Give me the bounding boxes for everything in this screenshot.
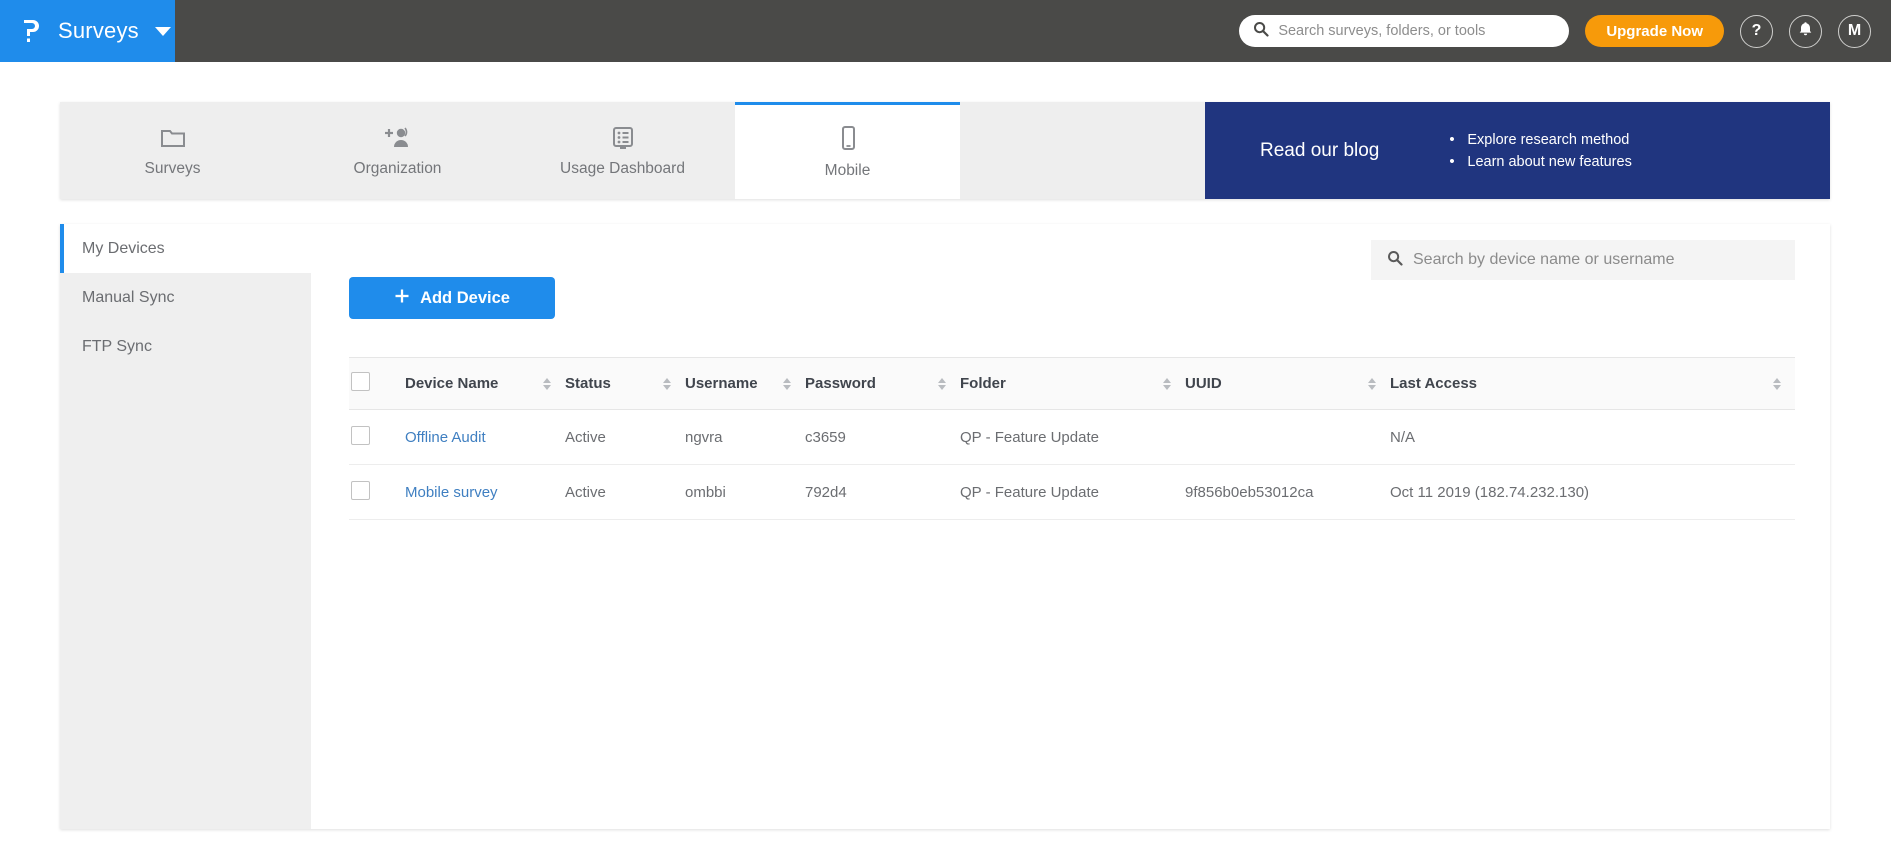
row-checkbox[interactable] [351, 481, 370, 500]
row-checkbox[interactable] [351, 426, 370, 445]
main-panel: My Devices Manual Sync FTP Sync Add Devi… [60, 224, 1830, 829]
sort-icon[interactable] [543, 378, 551, 390]
promo-bullet[interactable]: Learn about new features [1449, 154, 1631, 170]
plus-icon [394, 288, 410, 309]
tab-mobile[interactable]: Mobile [735, 102, 960, 199]
bell-icon [1798, 21, 1813, 42]
column-label: UUID [1185, 375, 1222, 392]
column-password[interactable]: Password [805, 358, 960, 410]
add-device-button[interactable]: Add Device [349, 277, 555, 319]
section-tab-strip: Surveys Organization [60, 102, 1830, 199]
help-button[interactable]: ? [1740, 15, 1773, 48]
sort-icon[interactable] [1368, 378, 1376, 390]
cell-uuid: 9f856b0eb53012ca [1185, 465, 1390, 520]
cell-password: 792d4 [805, 465, 960, 520]
tab-label: Organization [354, 160, 442, 178]
table-body: Offline Audit Active ngvra c3659 QP - Fe… [349, 410, 1795, 520]
column-uuid[interactable]: UUID [1185, 358, 1390, 410]
tab-list: Surveys Organization [60, 102, 1205, 199]
table-row[interactable]: Offline Audit Active ngvra c3659 QP - Fe… [349, 410, 1795, 465]
tab-label: Usage Dashboard [560, 160, 685, 178]
add-device-label: Add Device [420, 289, 510, 308]
select-all-checkbox[interactable] [351, 372, 370, 391]
sidebar-item-label: My Devices [82, 240, 165, 258]
promo-banner[interactable]: Read our blog Explore research method Le… [1205, 102, 1830, 199]
row-select-cell [349, 410, 405, 465]
sort-icon[interactable] [783, 378, 791, 390]
table-header: Device Name Status Username [349, 358, 1795, 410]
topbar-actions: Upgrade Now ? M [1239, 15, 1891, 48]
column-label: Last Access [1390, 375, 1477, 392]
dashboard-list-icon [610, 123, 636, 151]
sort-icon[interactable] [663, 378, 671, 390]
device-search-input[interactable] [1413, 251, 1779, 269]
table-row[interactable]: Mobile survey Active ombbi 792d4 QP - Fe… [349, 465, 1795, 520]
sidebar-item-manual-sync[interactable]: Manual Sync [60, 273, 311, 322]
cell-uuid [1185, 410, 1390, 465]
question-mark-logo-icon [18, 16, 44, 46]
cell-folder: QP - Feature Update [960, 410, 1185, 465]
upgrade-now-button[interactable]: Upgrade Now [1585, 15, 1724, 47]
promo-bullet-list: Explore research method Learn about new … [1449, 126, 1631, 176]
sidebar-item-ftp-sync[interactable]: FTP Sync [60, 322, 311, 371]
cell-last-access: Oct 11 2019 (182.74.232.130) [1390, 465, 1795, 520]
cell-device-name[interactable]: Mobile survey [405, 465, 565, 520]
search-input[interactable] [1278, 23, 1555, 39]
column-last-access[interactable]: Last Access [1390, 358, 1795, 410]
side-navigation: My Devices Manual Sync FTP Sync [60, 224, 311, 829]
table-header-row: Device Name Status Username [349, 358, 1795, 410]
mobile-phone-icon [838, 125, 858, 153]
sidebar-item-my-devices[interactable]: My Devices [60, 224, 311, 273]
row-select-cell [349, 465, 405, 520]
promo-bullet[interactable]: Explore research method [1449, 132, 1631, 148]
cell-folder: QP - Feature Update [960, 465, 1185, 520]
search-icon [1253, 21, 1269, 42]
top-navigation-bar: Surveys Upgrade Now ? [0, 0, 1891, 62]
tab-label: Mobile [825, 162, 871, 180]
cell-username: ombbi [685, 465, 805, 520]
column-label: Status [565, 375, 611, 392]
column-label: Username [685, 375, 758, 392]
device-search[interactable] [1371, 240, 1795, 280]
content-toolbar: Add Device [349, 224, 1795, 319]
sidebar-item-label: FTP Sync [82, 338, 152, 356]
brand-label: Surveys [58, 18, 139, 44]
column-label: Folder [960, 375, 1006, 392]
cell-device-name[interactable]: Offline Audit [405, 410, 565, 465]
cell-last-access: N/A [1390, 410, 1795, 465]
cell-username: ngvra [685, 410, 805, 465]
sort-icon[interactable] [1773, 378, 1781, 390]
search-icon [1387, 250, 1403, 271]
cell-status: Active [565, 410, 685, 465]
column-label: Device Name [405, 375, 498, 392]
tab-organization[interactable]: Organization [285, 102, 510, 199]
folder-icon [160, 123, 186, 151]
column-status[interactable]: Status [565, 358, 685, 410]
avatar-initial: M [1848, 22, 1861, 40]
sort-icon[interactable] [938, 378, 946, 390]
tab-label: Surveys [145, 160, 201, 178]
question-mark-icon: ? [1752, 22, 1762, 40]
chevron-down-icon[interactable] [155, 27, 171, 36]
promo-title: Read our blog [1260, 140, 1379, 162]
column-label: Password [805, 375, 876, 392]
tab-surveys[interactable]: Surveys [60, 102, 285, 199]
devices-content: Add Device [311, 224, 1830, 829]
devices-table: Device Name Status Username [349, 357, 1795, 520]
tab-usage-dashboard[interactable]: Usage Dashboard [510, 102, 735, 199]
sidebar-item-label: Manual Sync [82, 289, 175, 307]
brand-menu[interactable]: Surveys [0, 0, 175, 62]
column-device-name[interactable]: Device Name [405, 358, 565, 410]
cell-password: c3659 [805, 410, 960, 465]
select-all-header [349, 358, 405, 410]
column-folder[interactable]: Folder [960, 358, 1185, 410]
column-username[interactable]: Username [685, 358, 805, 410]
avatar[interactable]: M [1838, 15, 1871, 48]
global-search[interactable] [1239, 15, 1569, 47]
cell-status: Active [565, 465, 685, 520]
add-person-icon [383, 123, 413, 151]
sort-icon[interactable] [1163, 378, 1171, 390]
notifications-button[interactable] [1789, 15, 1822, 48]
